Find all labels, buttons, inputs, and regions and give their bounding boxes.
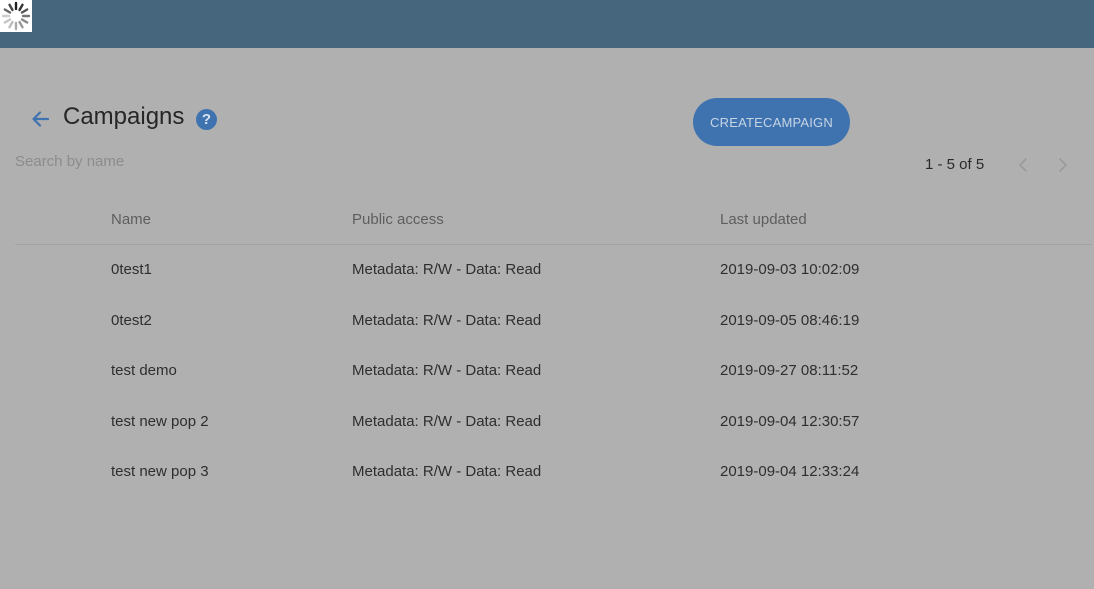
arrow-left-icon[interactable]: [29, 108, 51, 130]
cell-last-updated: 2019-09-05 08:46:19: [720, 311, 860, 329]
cell-public-access: Metadata: R/W - Data: Read: [352, 261, 542, 278]
page-title: Campaigns: [63, 103, 185, 130]
chevron-right-icon[interactable]: [1053, 154, 1073, 176]
table-row[interactable]: test new pop 2 Metadata: R/W - Data: Rea…: [15, 397, 1092, 448]
table-row[interactable]: test new pop 3 Metadata: R/W - Data: Rea…: [15, 447, 1092, 498]
create-campaign-button[interactable]: CREATECAMPAIGN: [693, 98, 850, 146]
cell-last-updated: 2019-09-04 12:30:57: [720, 412, 860, 430]
cell-last-updated: 2019-09-04 12:33:24: [720, 463, 860, 481]
column-header-public-access[interactable]: Public access: [352, 211, 444, 228]
cell-name: 0test1: [111, 261, 152, 278]
table-row[interactable]: 0test2 Metadata: R/W - Data: Read 2019-0…: [15, 296, 1092, 347]
table-row[interactable]: test demo Metadata: R/W - Data: Read 201…: [15, 346, 1092, 397]
question-mark-icon[interactable]: ?: [196, 109, 217, 130]
pagination-range: 1 - 5 of 5: [925, 156, 985, 173]
cell-public-access: Metadata: R/W - Data: Read: [352, 463, 542, 481]
column-header-name[interactable]: Name: [111, 211, 151, 228]
cell-name: test new pop 3: [111, 463, 209, 481]
chevron-left-icon[interactable]: [1013, 154, 1033, 176]
cell-name: test demo: [111, 362, 177, 380]
table-header: Name Public access Last updated: [15, 198, 1092, 245]
cell-public-access: Metadata: R/W - Data: Read: [352, 362, 542, 380]
cell-public-access: Metadata: R/W - Data: Read: [352, 311, 542, 329]
campaigns-table: Name Public access Last updated 0test1 M…: [15, 198, 1092, 498]
cell-public-access: Metadata: R/W - Data: Read: [352, 412, 542, 430]
spinner-icon: [0, 0, 32, 32]
cell-last-updated: 2019-09-27 08:11:52: [720, 362, 859, 380]
table-row[interactable]: 0test1 Metadata: R/W - Data: Read 2019-0…: [15, 245, 1092, 296]
column-header-last-updated[interactable]: Last updated: [720, 211, 807, 228]
search-input[interactable]: [15, 150, 275, 172]
top-app-bar: [0, 0, 1094, 48]
cell-last-updated: 2019-09-03 10:02:09: [720, 261, 860, 278]
cell-name: test new pop 2: [111, 412, 209, 430]
cell-name: 0test2: [111, 311, 152, 329]
